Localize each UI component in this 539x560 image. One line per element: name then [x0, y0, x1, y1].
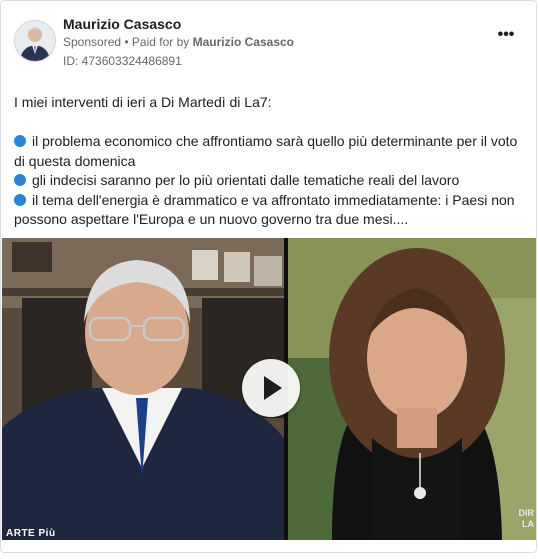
intro-text: I miei interventi di ieri a Di Martedì d… [14, 94, 272, 110]
bullet-text: il tema dell'energia è drammatico e va a… [14, 191, 515, 228]
video-player[interactable]: ARTE Più DIR LA [2, 238, 536, 540]
bullet-text: gli indecisi saranno per lo più orientat… [32, 172, 460, 188]
blue-circle-icon [14, 174, 26, 186]
avatar-photo [15, 21, 55, 61]
channel-logo-right: DIR LA [519, 508, 535, 530]
more-options-button[interactable]: ••• [494, 27, 518, 43]
logo-right-line-2: LA [522, 519, 534, 529]
bullet-text: il problema economico che affrontiamo sa… [14, 133, 518, 169]
payer-name: Maurizio Casasco [192, 35, 294, 49]
channel-logo-left: ARTE Più [6, 528, 56, 539]
avatar[interactable] [14, 20, 56, 62]
post-header: Maurizio Casasco Sponsored • Paid for by… [1, 1, 536, 81]
paid-for-prefix: Paid for by [131, 35, 193, 49]
ad-card: Maurizio Casasco Sponsored • Paid for by… [0, 0, 537, 553]
play-button[interactable] [242, 359, 300, 417]
more-horizontal-icon: ••• [497, 26, 515, 43]
page-name[interactable]: Maurizio Casasco [63, 16, 181, 32]
blue-circle-icon [14, 135, 26, 147]
separator: • [121, 35, 132, 49]
play-icon [264, 376, 282, 400]
sponsored-label: Sponsored [63, 35, 122, 49]
bullet-item: il problema economico che affrontiamo sa… [14, 132, 529, 171]
ad-id: ID: 473603324486891 [63, 54, 182, 68]
sponsored-line: Sponsored • Paid for by Maurizio Casasco [63, 35, 294, 49]
blue-circle-icon [14, 193, 26, 206]
bullet-item: gli indecisi saranno per lo più orientat… [14, 171, 529, 191]
post-text: I miei interventi di ieri a Di Martedì d… [14, 93, 529, 230]
logo-right-line-1: DIR [518, 508, 535, 518]
bullet-item: il tema dell'energia è drammatico e va a… [14, 191, 529, 230]
